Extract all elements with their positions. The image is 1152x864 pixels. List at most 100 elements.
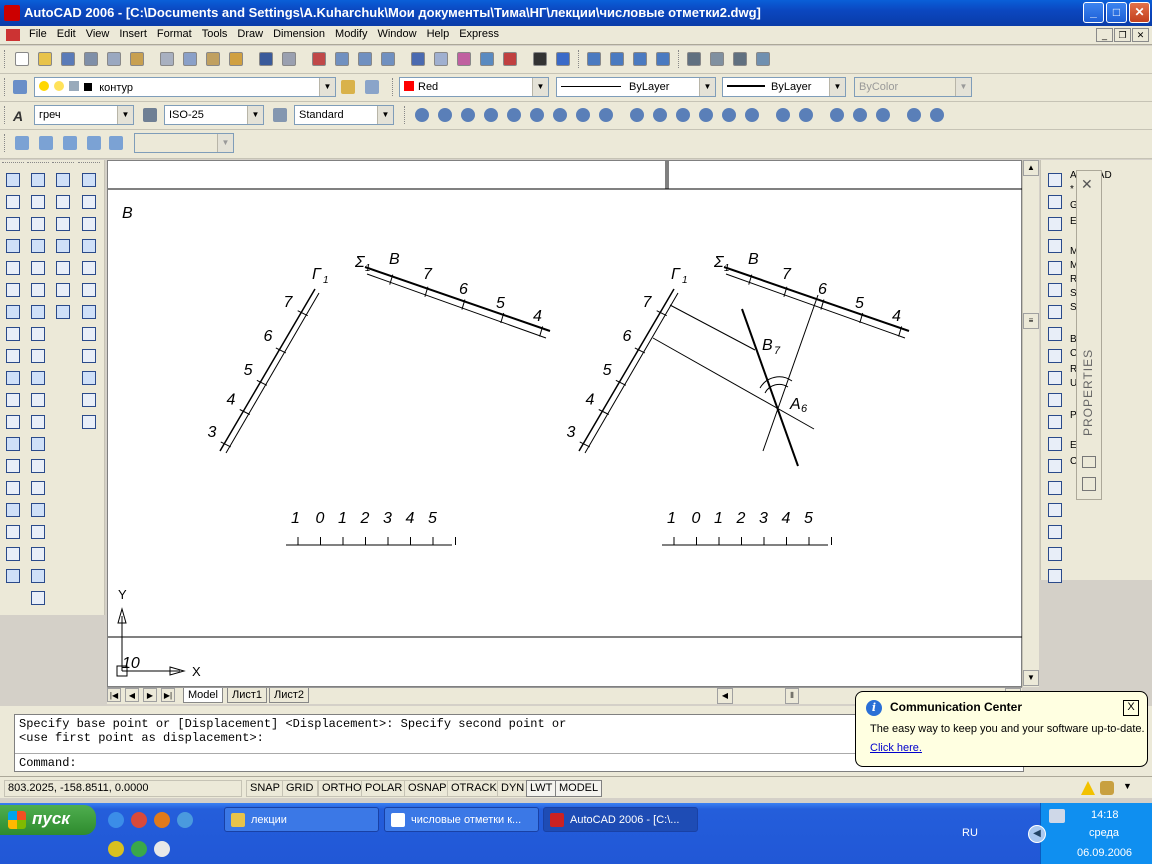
status-ortho-button[interactable]: ORTHO bbox=[318, 780, 366, 797]
status-grid-button[interactable]: GRID bbox=[282, 780, 318, 797]
layer-a-icon[interactable] bbox=[584, 49, 604, 69]
toolbar-grip[interactable] bbox=[4, 78, 7, 96]
explode-b-icon[interactable] bbox=[27, 566, 49, 587]
3d-sphere-icon[interactable] bbox=[52, 236, 74, 257]
chevron-down-icon[interactable]: ▼ bbox=[699, 78, 715, 96]
task-button[interactable]: числовые отметки к... bbox=[384, 807, 539, 832]
revision-cloud-icon[interactable] bbox=[2, 324, 24, 345]
osnap-a-icon[interactable] bbox=[1044, 522, 1066, 543]
chevron-down-icon[interactable]: ▼ bbox=[247, 106, 263, 124]
hscroll-thumb[interactable]: ⦀ bbox=[785, 688, 799, 704]
sheet-set-icon[interactable] bbox=[477, 49, 497, 69]
layer-previous-icon[interactable] bbox=[362, 77, 382, 97]
zoom-object-icon[interactable] bbox=[504, 105, 524, 125]
move-icon[interactable] bbox=[27, 280, 49, 301]
status-menu-arrow[interactable]: ▼ bbox=[1123, 781, 1132, 791]
line-icon[interactable] bbox=[2, 170, 24, 191]
minimize-button[interactable]: _ bbox=[1083, 2, 1104, 23]
tab-layout1[interactable]: Лист1 bbox=[227, 688, 268, 703]
iso-nw-icon[interactable] bbox=[78, 390, 100, 411]
dim-baseline-icon[interactable] bbox=[1044, 324, 1066, 345]
auto-hide-icon[interactable] bbox=[1082, 456, 1096, 468]
align-icon[interactable] bbox=[52, 192, 74, 213]
toolbar-grip[interactable] bbox=[27, 162, 49, 166]
viewport-clip-icon[interactable] bbox=[106, 133, 126, 153]
tab-layout2[interactable]: Лист2 bbox=[269, 688, 310, 703]
ucs-view-icon[interactable] bbox=[78, 170, 100, 191]
ellipse-icon[interactable] bbox=[2, 368, 24, 389]
task-button[interactable]: AutoCAD 2006 - [C:\... bbox=[543, 807, 698, 832]
view-top-icon[interactable] bbox=[78, 192, 100, 213]
properties-palette[interactable]: ✕ PROPERTIES bbox=[1076, 170, 1102, 500]
language-indicator[interactable]: RU bbox=[962, 827, 978, 839]
arc-icon[interactable] bbox=[2, 280, 24, 301]
erase-icon[interactable] bbox=[27, 170, 49, 191]
dim-style-icon[interactable] bbox=[140, 105, 160, 125]
tab-next-button[interactable]: ▶ bbox=[143, 688, 157, 702]
paint-icon[interactable] bbox=[27, 588, 49, 609]
circle-icon[interactable] bbox=[2, 302, 24, 323]
menu-tools[interactable]: Tools bbox=[197, 26, 233, 42]
scroll-up-button[interactable]: ▲ bbox=[1023, 160, 1039, 176]
menu-express[interactable]: Express bbox=[454, 26, 504, 42]
toolbar-lock-icon[interactable] bbox=[1100, 781, 1114, 795]
table-style-combo[interactable]: Standard ▼ bbox=[294, 105, 394, 125]
pan-icon[interactable] bbox=[309, 49, 329, 69]
view-left-icon[interactable] bbox=[78, 236, 100, 257]
toolbar-grip[interactable] bbox=[404, 106, 407, 124]
viewports-icon[interactable] bbox=[84, 133, 104, 153]
ellipse-arc-icon[interactable] bbox=[2, 390, 24, 411]
drawing-canvas[interactable]: В Г 1 76543 Σ 1 В7654 Г 1 76543 Σ 1 В765… bbox=[107, 160, 1023, 687]
text-icon[interactable] bbox=[52, 170, 74, 191]
send-icon[interactable] bbox=[154, 841, 170, 857]
ucs-b-icon[interactable] bbox=[850, 105, 870, 125]
menu-insert[interactable]: Insert bbox=[114, 26, 152, 42]
status-snap-button[interactable]: SNAP bbox=[246, 780, 284, 797]
box-icon[interactable] bbox=[627, 105, 647, 125]
chevron-down-icon[interactable]: ▼ bbox=[829, 78, 845, 96]
break-icon[interactable] bbox=[27, 434, 49, 455]
doc-minimize-button[interactable]: _ bbox=[1096, 28, 1113, 42]
spline-icon[interactable] bbox=[2, 346, 24, 367]
command-prompt[interactable]: Command: bbox=[19, 756, 77, 770]
rectangle-icon[interactable] bbox=[2, 258, 24, 279]
toolbar-grip[interactable] bbox=[52, 162, 74, 166]
polyline-icon[interactable] bbox=[2, 214, 24, 235]
dim-aligned-icon[interactable] bbox=[1044, 192, 1066, 213]
new-icon[interactable] bbox=[12, 49, 32, 69]
doc-icon[interactable] bbox=[6, 29, 20, 41]
cut-icon[interactable] bbox=[157, 49, 177, 69]
clock-time[interactable]: 14:18 bbox=[1091, 809, 1119, 821]
toolbar-grip[interactable] bbox=[2, 162, 24, 166]
wedge-icon[interactable] bbox=[719, 105, 739, 125]
dim-b-icon[interactable] bbox=[707, 49, 727, 69]
chamfer-icon[interactable] bbox=[27, 478, 49, 499]
chevron-down-icon[interactable]: ▼ bbox=[377, 106, 393, 124]
dim-diameter-icon[interactable] bbox=[1044, 258, 1066, 279]
status-lwt-button[interactable]: LWT bbox=[526, 780, 557, 797]
layout-template-icon[interactable] bbox=[36, 133, 56, 153]
tab-last-button[interactable]: ▶| bbox=[161, 688, 175, 702]
zoom-window-icon[interactable] bbox=[412, 105, 432, 125]
table-icon[interactable] bbox=[2, 544, 24, 565]
dim-edit-icon[interactable] bbox=[1044, 434, 1066, 455]
coordinates-readout[interactable]: 803.2025, -158.8511, 0.0000 bbox=[4, 780, 242, 797]
iso-se-icon[interactable] bbox=[78, 346, 100, 367]
zoom-out-icon[interactable] bbox=[550, 105, 570, 125]
lineweight-combo[interactable]: ByLayer ▼ bbox=[722, 77, 846, 97]
menu-dimension[interactable]: Dimension bbox=[268, 26, 330, 42]
zoom-all-icon[interactable] bbox=[573, 105, 593, 125]
explode-icon[interactable] bbox=[27, 522, 49, 543]
prop-a-icon[interactable] bbox=[904, 105, 924, 125]
dim-style-combo[interactable]: ISO-25 ▼ bbox=[164, 105, 264, 125]
network-icon[interactable] bbox=[1049, 809, 1065, 823]
media-icon[interactable] bbox=[108, 841, 124, 857]
zoom-center-icon[interactable] bbox=[481, 105, 501, 125]
doc-close-button[interactable]: ✕ bbox=[1132, 28, 1149, 42]
designcenter-icon[interactable] bbox=[431, 49, 451, 69]
firefox-icon[interactable] bbox=[154, 812, 170, 828]
break-at-point-icon[interactable] bbox=[27, 412, 49, 433]
maximize-button[interactable]: □ bbox=[1106, 2, 1127, 23]
3d-dish-icon[interactable] bbox=[52, 258, 74, 279]
hatch-icon[interactable] bbox=[2, 478, 24, 499]
